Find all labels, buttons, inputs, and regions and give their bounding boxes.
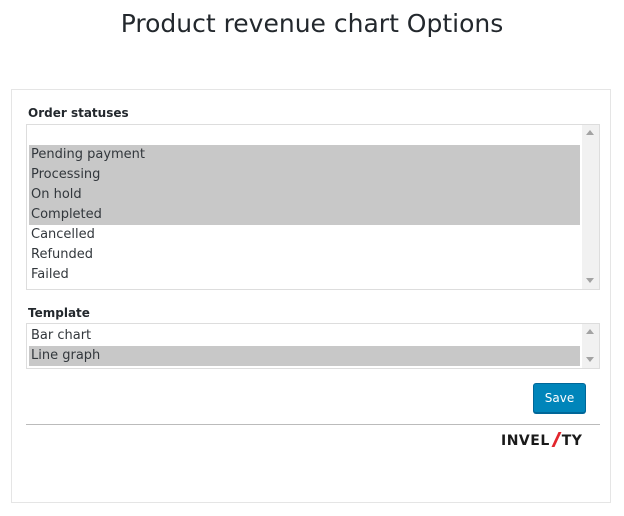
divider <box>26 424 600 425</box>
scroll-down-arrow-icon[interactable] <box>586 357 594 362</box>
page-title: Product revenue chart Options <box>120 9 504 38</box>
option-on-hold[interactable]: On hold <box>29 185 580 205</box>
order-statuses-label: Order statuses <box>28 106 129 120</box>
scroll-up-arrow-icon[interactable] <box>586 130 594 135</box>
template-scrollbar[interactable] <box>582 324 599 368</box>
option-refunded[interactable]: Refunded <box>29 245 580 265</box>
option-line-graph[interactable]: Line graph <box>29 346 580 366</box>
invelity-logo: INVEL TY <box>501 432 582 450</box>
option-bar-chart[interactable]: Bar chart <box>29 326 580 346</box>
options-panel: Order statuses Pending payment Processin… <box>11 89 611 503</box>
option-cancelled[interactable]: Cancelled <box>29 225 580 245</box>
scroll-up-arrow-icon[interactable] <box>586 329 594 334</box>
logo-text-right: TY <box>561 433 583 449</box>
option-processing[interactable]: Processing <box>29 165 580 185</box>
option-completed[interactable]: Completed <box>29 205 580 225</box>
logo-text-left: INVEL <box>501 433 550 449</box>
option-pending-payment[interactable]: Pending payment <box>29 145 580 165</box>
option-failed[interactable]: Failed <box>29 265 580 285</box>
scroll-down-arrow-icon[interactable] <box>586 278 594 283</box>
template-label: Template <box>28 306 90 320</box>
save-button[interactable]: Save <box>533 383 586 413</box>
template-listbox[interactable]: Bar chart Line graph <box>26 323 600 369</box>
logo-slash-icon <box>551 432 561 447</box>
order-statuses-listbox[interactable]: Pending payment Processing On hold Compl… <box>26 124 600 290</box>
order-statuses-scrollbar[interactable] <box>582 125 599 289</box>
listbox-spacer <box>29 125 580 145</box>
